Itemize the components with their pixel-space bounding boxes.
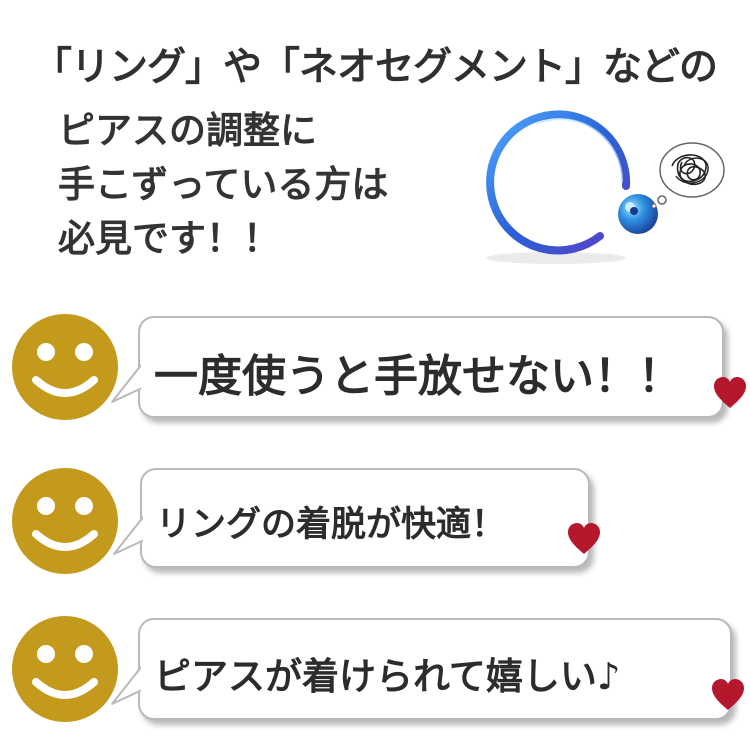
testimonial-row-3: ピアスが着けられて嬉しい♪ [0,612,750,732]
testimonial-row-2: リングの着脱が快適！ [0,466,750,576]
testimonial-text-2: リングの着脱が快適！ [156,505,507,545]
subtext-line-1: ピアスの調整に [58,109,317,152]
testimonial-text-1: 一度使うと手放せない！！ [154,351,682,402]
scribble-icon [648,140,728,209]
heart-icon [712,376,748,410]
speech-bubble: リングの着脱が快適！ [113,468,590,568]
smiley-icon [12,468,118,574]
speech-bubble: 一度使うと手放せない！！ [111,316,724,418]
subtext-block: ピアスの調整に 手こずっている方は 必見です！！ [58,104,388,266]
speech-bubble: ピアスが着けられて嬉しい♪ [111,618,732,720]
bubble-tail [111,362,146,403]
subtext-line-2: 手こずっている方は [58,163,389,206]
headline: 「リング」や「ネオセグメント」などの [32,45,718,90]
testimonial-row-1: 一度使うと手放せない！！ [0,310,750,420]
subtext-line-3: 必見です！！ [58,217,280,260]
smiley-icon [12,314,118,420]
heart-icon [710,678,746,712]
testimonial-text-3: ピアスが着けられて嬉しい♪ [154,655,621,698]
bubble-tail [111,664,146,705]
smiley-icon [12,616,118,722]
bubble-tail [113,514,148,555]
heart-icon [566,522,602,556]
